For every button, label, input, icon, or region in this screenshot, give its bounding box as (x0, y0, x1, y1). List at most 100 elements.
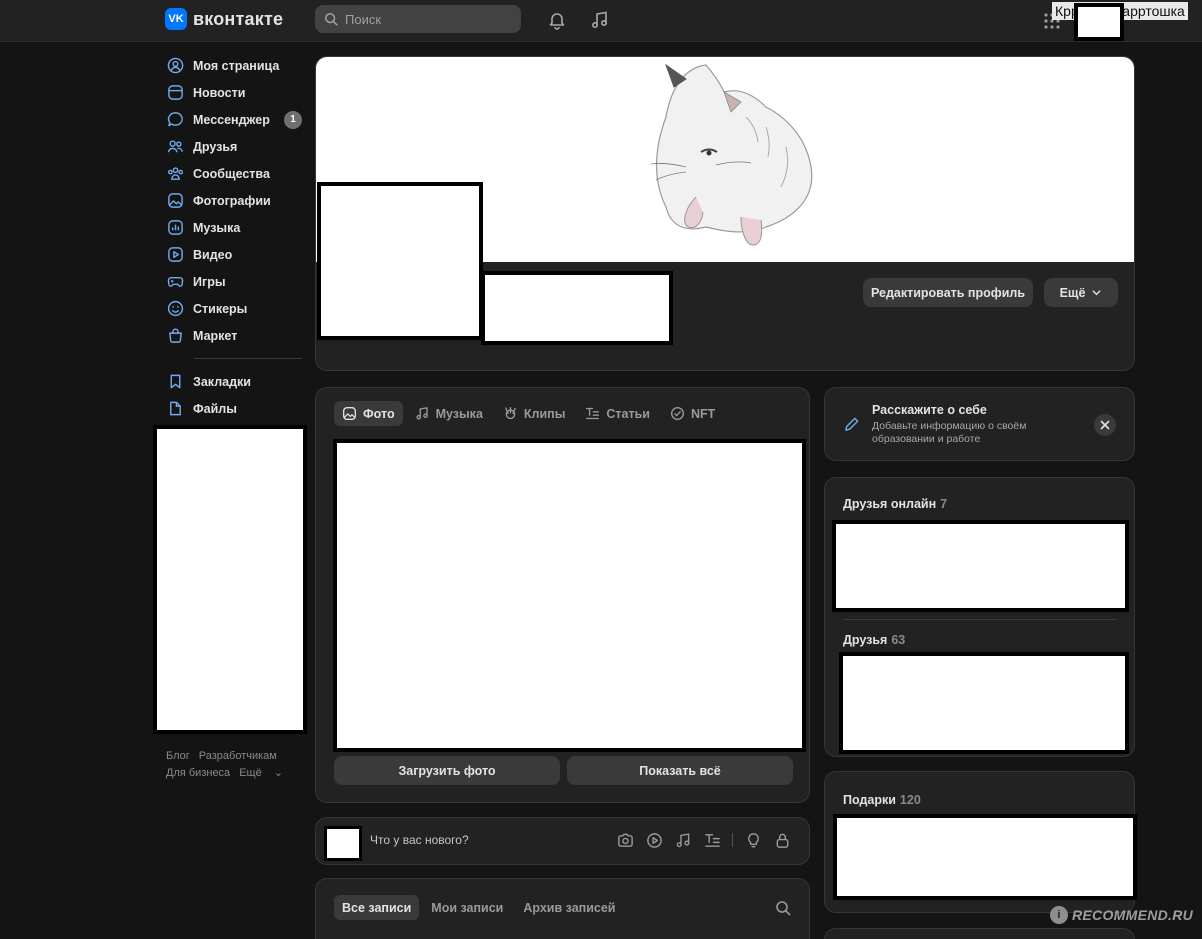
user-circle-icon (166, 57, 184, 75)
sidebar-divider (194, 358, 302, 359)
composer-divider (732, 833, 733, 847)
music-icon[interactable] (589, 9, 611, 31)
article-icon[interactable] (703, 831, 721, 849)
sidebar-item-news[interactable]: Новости (166, 79, 306, 106)
tab-photo[interactable]: Фото (334, 401, 403, 426)
footer-link-blog[interactable]: Блог (166, 750, 190, 762)
gifts-count: 120 (899, 793, 921, 807)
more-button[interactable]: Ещё (1044, 278, 1118, 307)
footer-link-developers[interactable]: Разработчикам (199, 750, 277, 762)
footer-link-business[interactable]: Для бизнеса (166, 767, 230, 779)
chevron-down-icon (1092, 290, 1101, 296)
footer-link-more[interactable]: Ещё ⌄ (239, 767, 292, 779)
gifts-header[interactable]: Подарки 120 (843, 793, 921, 807)
sidebar-item-friends[interactable]: Друзья (166, 133, 306, 160)
tab-music[interactable]: Музыка (407, 401, 491, 426)
watermark-text: RECOMMEND.RU (1072, 907, 1194, 923)
lightbulb-icon[interactable] (744, 831, 762, 849)
pencil-icon (845, 417, 859, 431)
left-sidebar: Моя страница Новости Мессенджер 1 Друзья… (166, 52, 306, 422)
tab-nft[interactable]: NFT (662, 401, 723, 426)
composer-input[interactable]: Что у вас нового? (370, 833, 469, 847)
edit-profile-button[interactable]: Редактировать профиль (863, 278, 1033, 307)
friends-header[interactable]: Друзья 63 (843, 633, 905, 647)
search-input[interactable] (345, 11, 505, 27)
media-card: Фото Музыка Клипы Статьи NFT Загрузить ф… (315, 387, 810, 803)
sidebar-item-market[interactable]: Маркет (166, 322, 306, 349)
bag-icon (166, 327, 184, 345)
sidebar-item-bookmarks[interactable]: Закладки (166, 368, 306, 395)
next-card (824, 928, 1135, 939)
wall-card: Все записи Мои записи Архив записей (315, 878, 810, 939)
sidebar-item-label: Игры (193, 274, 226, 289)
music-icon[interactable] (674, 831, 692, 849)
photo-icon (166, 192, 184, 210)
sidebar-item-communities[interactable]: Сообщества (166, 160, 306, 187)
sidebar-item-music[interactable]: Музыка (166, 214, 306, 241)
wall-tabs: Все записи Мои записи Архив записей (334, 895, 623, 920)
redacted-profile-name (481, 271, 673, 345)
search-bar[interactable] (315, 5, 521, 33)
friends-online-header[interactable]: Друзья онлайн 7 (843, 497, 947, 511)
music-bars-icon (166, 219, 184, 237)
tab-clips[interactable]: Клипы (495, 401, 573, 426)
tab-label: NFT (690, 406, 716, 421)
search-icon (324, 12, 338, 26)
redacted-ad-block (153, 425, 307, 734)
vk-logo[interactable]: VK вконтакте (165, 8, 283, 30)
tab-label: Статьи (606, 406, 650, 421)
friends-icon (166, 138, 184, 156)
redacted-gifts (833, 814, 1137, 900)
post-composer: Что у вас нового? (315, 817, 810, 865)
music-icon (416, 407, 428, 420)
sidebar-item-games[interactable]: Игры (166, 268, 306, 295)
about-subtitle: Добавьте информацию о своём образовании … (872, 420, 1027, 445)
tab-label: Клипы (523, 406, 566, 421)
video-icon (166, 246, 184, 264)
sidebar-item-photos[interactable]: Фотографии (166, 187, 306, 214)
gifts-label: Подарки (843, 793, 896, 807)
friends-card: Друзья онлайн 7 Друзья 63 (824, 477, 1135, 757)
sidebar-item-label: Закладки (193, 374, 251, 389)
more-button-label: Ещё (1059, 285, 1086, 300)
about-title[interactable]: Расскажите о себе (872, 403, 987, 417)
bookmark-icon (166, 373, 184, 391)
sidebar-item-files[interactable]: Файлы (166, 395, 306, 422)
close-button[interactable] (1094, 414, 1116, 436)
section-divider (843, 619, 1117, 620)
smile-icon (166, 300, 184, 318)
friends-online-label: Друзья онлайн (843, 497, 937, 511)
sidebar-item-label: Сообщества (193, 166, 270, 181)
photo-icon (343, 407, 356, 420)
tab-all-posts[interactable]: Все записи (334, 895, 420, 920)
sidebar-item-my-page[interactable]: Моя страница (166, 52, 306, 79)
friends-online-count: 7 (940, 497, 948, 511)
gifts-card: Подарки 120 (824, 771, 1137, 913)
sidebar-item-messenger[interactable]: Мессенджер 1 (166, 106, 306, 133)
redacted-online-friends (832, 520, 1129, 612)
sidebar-item-label: Фотографии (193, 193, 271, 208)
sidebar-item-label: Моя страница (193, 58, 280, 73)
sidebar-item-stickers[interactable]: Стикеры (166, 295, 306, 322)
redacted-friends-list (839, 652, 1129, 754)
tab-articles[interactable]: Статьи (577, 401, 658, 426)
news-icon (166, 84, 184, 102)
profile-avatar[interactable] (317, 182, 483, 340)
tab-my-posts[interactable]: Мои записи (423, 895, 511, 920)
camera-icon[interactable] (616, 831, 634, 849)
sidebar-item-label: Файлы (193, 401, 237, 416)
avatar[interactable] (1074, 3, 1124, 41)
unread-badge: 1 (284, 110, 302, 129)
footer-links: Блог Разработчикам Для бизнеса Ещё ⌄ (166, 748, 306, 782)
search-icon[interactable] (775, 900, 791, 919)
lock-icon[interactable] (773, 831, 791, 849)
sidebar-item-label: Стикеры (193, 301, 248, 316)
show-all-button[interactable]: Показать всё (567, 756, 793, 785)
tab-archive[interactable]: Архив записей (515, 895, 623, 920)
bell-icon[interactable] (546, 9, 568, 31)
file-icon (166, 400, 184, 418)
close-icon (1100, 420, 1110, 430)
sidebar-item-video[interactable]: Видео (166, 241, 306, 268)
play-circle-icon[interactable] (645, 831, 663, 849)
upload-photo-button[interactable]: Загрузить фото (334, 756, 560, 785)
